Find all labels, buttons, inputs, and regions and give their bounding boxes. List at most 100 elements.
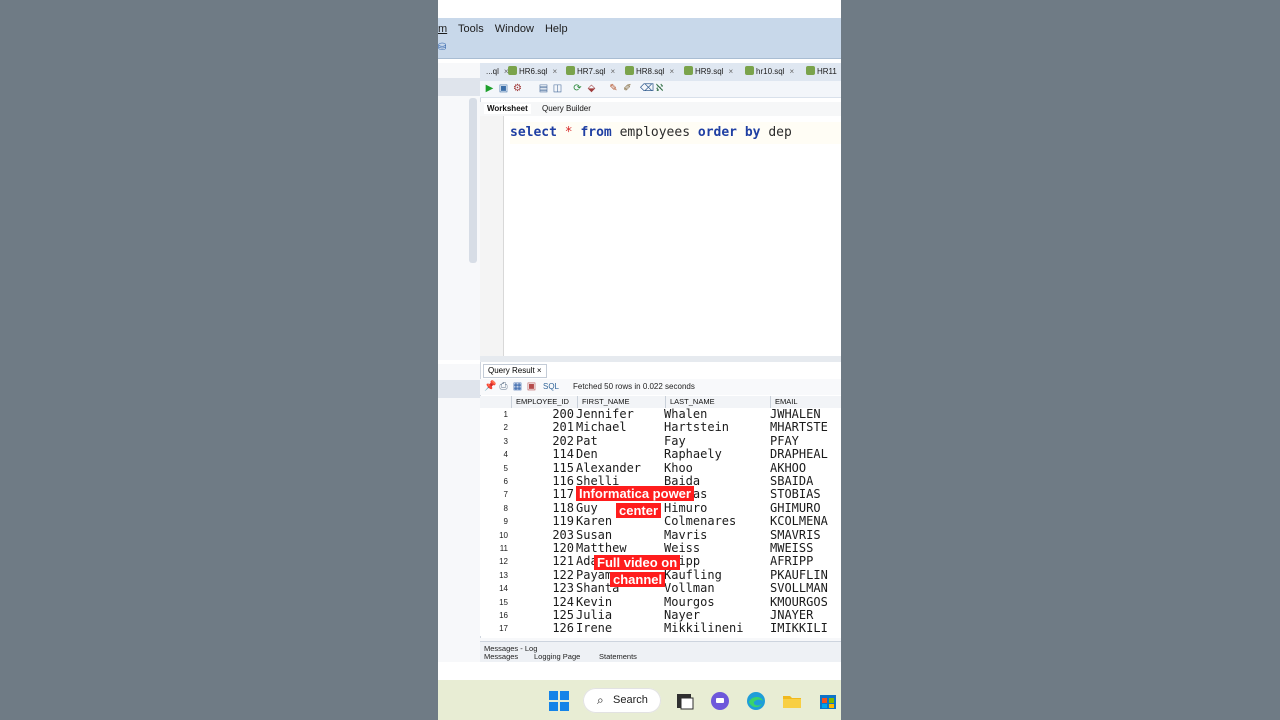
email-cell[interactable]: DRAPHEAL	[770, 448, 841, 461]
employee-id-cell[interactable]: 115	[510, 461, 574, 475]
email-cell[interactable]: SVOLLMAN	[770, 582, 841, 595]
connection-icon[interactable]: ⛁	[438, 43, 448, 53]
last-name-cell[interactable]: Vollman	[664, 582, 768, 595]
email-cell[interactable]: JWHALEN	[770, 408, 841, 421]
col-last-name[interactable]: LAST_NAME	[665, 396, 768, 408]
store-icon[interactable]	[817, 690, 839, 712]
first-name-cell[interactable]: Den	[576, 448, 664, 461]
email-cell[interactable]: SMAVRIS	[770, 529, 841, 542]
email-cell[interactable]: STOBIAS	[770, 488, 841, 501]
pin-icon[interactable]: 📌	[484, 381, 496, 392]
employee-id-cell[interactable]: 120	[510, 542, 574, 555]
sql-query-line[interactable]: select * from employees order by dep	[510, 122, 841, 144]
last-name-cell[interactable]: Himuro	[664, 502, 768, 515]
table-row[interactable]: 3 202 Pat Fay PFAY	[480, 434, 841, 448]
last-name-cell[interactable]: Weiss	[664, 542, 768, 555]
employee-id-cell[interactable]: 202	[510, 434, 574, 448]
first-name-cell[interactable]: Kevin	[576, 596, 664, 609]
employee-id-cell[interactable]: 116	[510, 475, 574, 488]
close-icon[interactable]: ×	[537, 366, 542, 375]
menu-help[interactable]: Help	[545, 23, 568, 35]
tab-statements[interactable]: Statements	[599, 653, 637, 661]
col-employee-id[interactable]: EMPLOYEE_ID	[511, 396, 574, 408]
first-name-cell[interactable]: Matthew	[576, 542, 664, 555]
commit-icon[interactable]: ⚙	[512, 83, 523, 94]
table-row[interactable]: 1 200 Jennifer Whalen JWHALEN	[480, 408, 841, 421]
employee-id-cell[interactable]: 125	[510, 609, 574, 622]
sql-editor[interactable]: select * from employees order by dep	[480, 116, 841, 358]
email-cell[interactable]: MHARTSTE	[770, 421, 841, 434]
employee-id-cell[interactable]: 126	[510, 622, 574, 635]
last-name-cell[interactable]: Colmenares	[664, 515, 768, 528]
email-cell[interactable]: AFRIPP	[770, 555, 841, 568]
employee-id-cell[interactable]: 118	[510, 501, 574, 515]
last-name-cell[interactable]: Raphaely	[664, 448, 768, 461]
email-cell[interactable]: AKHOO	[770, 462, 841, 475]
script-icon[interactable]: ▣	[498, 83, 509, 94]
last-name-cell[interactable]: Nayer	[664, 609, 768, 622]
col-email[interactable]: EMAIL	[770, 396, 841, 408]
grid-icon[interactable]: ▣	[526, 381, 537, 392]
tab-hr6[interactable]: HR6.sql ×	[508, 66, 557, 78]
email-cell[interactable]: IMIKKILI	[770, 622, 841, 635]
email-cell[interactable]: PKAUFLIN	[770, 569, 841, 582]
first-name-cell[interactable]: Pat	[576, 435, 664, 448]
email-cell[interactable]: KCOLMENA	[770, 515, 841, 528]
tab-hr9[interactable]: HR9.sql ×	[684, 66, 733, 78]
sql-link[interactable]: SQL	[543, 383, 559, 391]
employee-id-cell[interactable]: 124	[510, 595, 574, 609]
export-icon[interactable]: ▦	[512, 381, 523, 392]
email-cell[interactable]: GHIMURO	[770, 502, 841, 515]
letters-icon[interactable]: ℵ	[654, 83, 665, 94]
result-grid[interactable]: 1 200 Jennifer Whalen JWHALEN 2 201 Michael Hart…	[480, 408, 841, 636]
email-cell[interactable]: MWEISS	[770, 542, 841, 555]
tab-logging-page[interactable]: Logging Page	[534, 653, 580, 661]
employee-id-cell[interactable]: 119	[510, 515, 574, 528]
refresh-icon[interactable]: ⟳	[572, 83, 583, 94]
employee-id-cell[interactable]: 117	[510, 488, 574, 501]
employee-id-cell[interactable]: 201	[510, 421, 574, 434]
employee-id-cell[interactable]: 121	[510, 555, 574, 568]
tab-worksheet[interactable]: Worksheet	[484, 104, 531, 114]
windows-start-icon[interactable]	[548, 690, 570, 712]
first-name-cell[interactable]: Alexander	[576, 462, 664, 475]
tab-query-result[interactable]: Query Result ×	[483, 364, 547, 378]
format-icon[interactable]: ✐	[622, 83, 633, 94]
email-cell[interactable]: KMOURGOS	[770, 596, 841, 609]
explain-icon[interactable]: ◫	[552, 83, 563, 94]
chat-icon[interactable]	[709, 690, 731, 712]
first-name-cell[interactable]: Irene	[576, 622, 664, 635]
tab-messages[interactable]: Messages	[484, 653, 518, 661]
email-cell[interactable]: PFAY	[770, 435, 841, 448]
email-cell[interactable]: SBAIDA	[770, 475, 841, 488]
print-icon[interactable]: ⎙	[498, 381, 509, 392]
tab-query-builder[interactable]: Query Builder	[542, 104, 591, 114]
employee-id-cell[interactable]: 203	[510, 528, 574, 542]
table-row[interactable]: 4 114 Den Raphaely DRAPHEAL	[480, 448, 841, 461]
table-row[interactable]: 11 120 Matthew Weiss MWEISS	[480, 542, 841, 555]
last-name-cell[interactable]: Fay	[664, 435, 768, 448]
table-row[interactable]: 2 201 Michael Hartstein MHARTSTE	[480, 421, 841, 434]
clear-icon[interactable]: ⌫	[640, 83, 654, 94]
tab-hr11[interactable]: HR11	[806, 66, 837, 78]
save-icon[interactable]: ▤	[538, 83, 549, 94]
tab-hr8[interactable]: HR8.sql ×	[625, 66, 674, 78]
email-cell[interactable]: JNAYER	[770, 609, 841, 622]
tab-ql[interactable]: ...ql ×	[486, 66, 509, 78]
last-name-cell[interactable]: Mikkilineni	[664, 622, 768, 635]
menu-m[interactable]: m	[438, 23, 447, 35]
search-button[interactable]: ⌕ Search	[583, 688, 661, 713]
col-first-name[interactable]: FIRST_NAME	[577, 396, 662, 408]
last-name-cell[interactable]: Kaufling	[664, 569, 768, 582]
run-icon[interactable]: ▶	[484, 83, 495, 94]
employee-id-cell[interactable]: 122	[510, 568, 574, 582]
first-name-cell[interactable]: Susan	[576, 529, 664, 542]
menu-tools[interactable]: Tools	[458, 23, 484, 35]
file-explorer-icon[interactable]	[781, 690, 803, 712]
table-row[interactable]: 15 124 Kevin Mourgos KMOURGOS	[480, 595, 841, 609]
first-name-cell[interactable]: Michael	[576, 421, 664, 434]
employee-id-cell[interactable]: 114	[510, 448, 574, 461]
employee-id-cell[interactable]: 200	[510, 408, 574, 421]
rollback-icon[interactable]: ⬙	[586, 83, 597, 94]
table-row[interactable]: 17 126 Irene Mikkilineni IMIKKILI	[480, 622, 841, 635]
